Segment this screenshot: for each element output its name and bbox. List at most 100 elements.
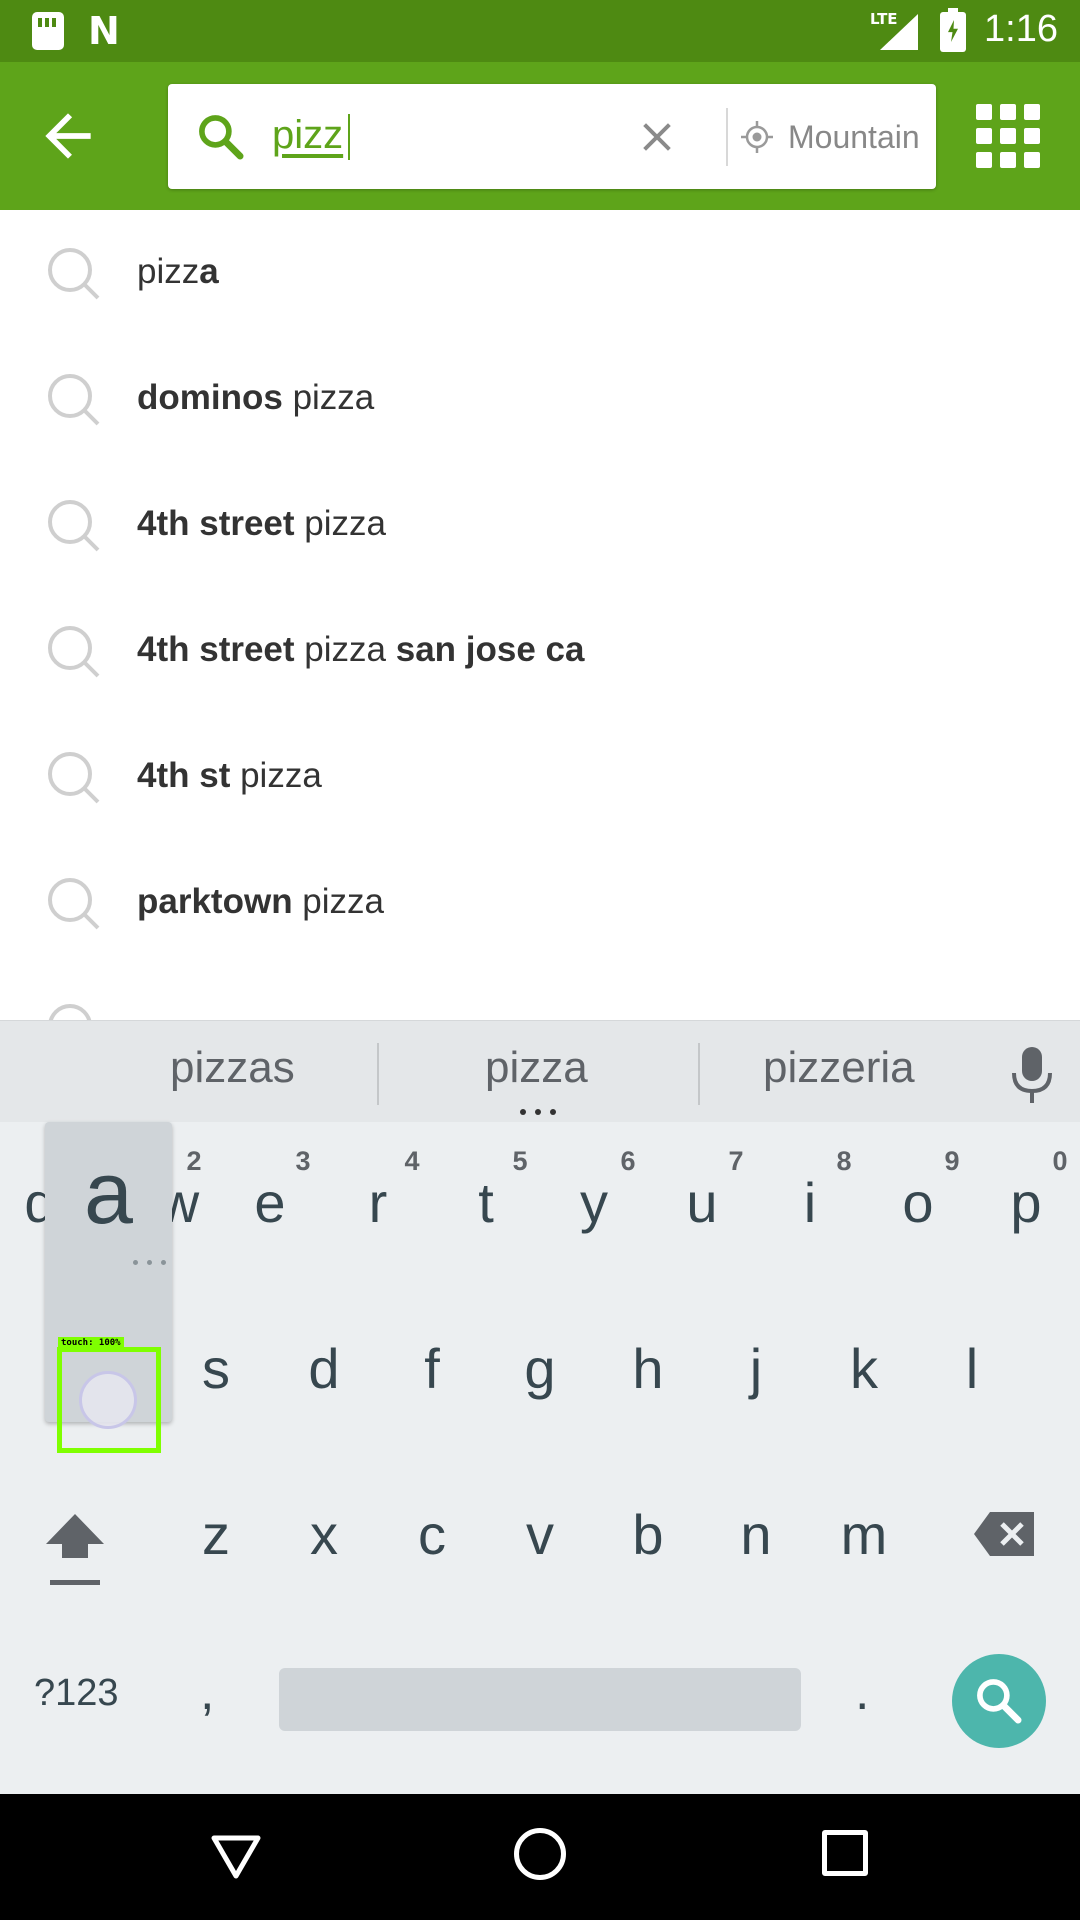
search-icon bbox=[977, 1679, 1022, 1724]
suggestion-item[interactable]: 4th street pizza san jose ca bbox=[0, 588, 1080, 714]
grid-dot bbox=[976, 104, 992, 120]
key-m[interactable]: m bbox=[814, 1502, 914, 1567]
key-y[interactable]: y bbox=[544, 1170, 644, 1235]
suggestion-bold-prefix: parktown bbox=[137, 882, 303, 921]
grid-dot bbox=[1024, 104, 1040, 120]
word-suggestion[interactable]: pizzeria bbox=[763, 1043, 915, 1093]
back-button[interactable] bbox=[34, 102, 102, 170]
key-s[interactable]: s bbox=[166, 1336, 266, 1401]
key-g[interactable]: g bbox=[490, 1336, 590, 1401]
nav-back-icon[interactable] bbox=[210, 1830, 262, 1882]
suggestion-bold-prefix: 4th street bbox=[137, 630, 305, 669]
search-icon bbox=[48, 500, 100, 552]
suggestion-bold-prefix: dominos bbox=[137, 378, 293, 417]
suggestion-text: 4th street pizza bbox=[137, 498, 386, 550]
grid-dot bbox=[1000, 128, 1016, 144]
search-icon bbox=[48, 752, 100, 804]
key-p[interactable]: p bbox=[976, 1170, 1076, 1235]
suggestion-bold-suffix: san jose ca bbox=[386, 630, 585, 669]
touch-point bbox=[79, 1371, 137, 1429]
suggestion-match: pizza bbox=[240, 756, 322, 795]
android-n-icon: N bbox=[88, 9, 120, 53]
search-icon bbox=[48, 626, 100, 678]
search-divider bbox=[726, 108, 728, 166]
search-box[interactable]: pizz Mountain bbox=[168, 84, 936, 189]
key-v[interactable]: v bbox=[490, 1502, 590, 1567]
key-h[interactable]: h bbox=[598, 1336, 698, 1401]
sd-card-icon bbox=[32, 12, 64, 50]
battery-charging-icon bbox=[940, 8, 966, 52]
popup-letter: a bbox=[84, 1143, 133, 1242]
search-icon bbox=[48, 374, 100, 426]
key-o[interactable]: o bbox=[868, 1170, 968, 1235]
clear-icon[interactable] bbox=[630, 110, 684, 164]
status-time: 1:16 bbox=[984, 8, 1058, 50]
grid-dot bbox=[976, 152, 992, 168]
search-icon bbox=[48, 878, 100, 930]
suggestion-text: parktown pizza bbox=[137, 876, 384, 928]
grid-dot bbox=[1024, 128, 1040, 144]
navigation-bar bbox=[0, 1794, 1080, 1920]
suggestion-match: pizza bbox=[302, 882, 385, 921]
key-e[interactable]: e bbox=[220, 1170, 320, 1235]
grid-dot bbox=[976, 128, 992, 144]
suggestion-text: dominos pizza bbox=[137, 372, 374, 424]
status-bar: N LTE 1:16 bbox=[0, 0, 1080, 62]
suggestion-text: 4th st pizza bbox=[137, 750, 322, 802]
categories-grid-button[interactable] bbox=[976, 104, 1040, 168]
comma-key[interactable]: , bbox=[200, 1662, 214, 1722]
key-k[interactable]: k bbox=[814, 1336, 914, 1401]
word-suggestion[interactable]: pizzas bbox=[170, 1043, 295, 1093]
suggestion-item-partial[interactable] bbox=[0, 966, 1080, 1020]
app-bar: pizz Mountain bbox=[0, 62, 1080, 210]
key-x[interactable]: x bbox=[274, 1502, 374, 1567]
suggestion-bold-suffix: a bbox=[199, 252, 219, 291]
key-f[interactable]: f bbox=[382, 1336, 482, 1401]
suggestion-bold-prefix: 4th street bbox=[137, 504, 305, 543]
key-j[interactable]: j bbox=[706, 1336, 806, 1401]
grid-dot bbox=[1000, 104, 1016, 120]
period-key[interactable]: . bbox=[855, 1662, 869, 1722]
suggestion-match: pizza bbox=[292, 378, 375, 417]
nav-home-icon[interactable] bbox=[514, 1828, 566, 1880]
keyboard-search-key[interactable] bbox=[952, 1654, 1046, 1748]
suggestion-item[interactable]: dominos pizza bbox=[0, 336, 1080, 462]
text-cursor bbox=[348, 114, 350, 160]
backspace-key[interactable] bbox=[972, 1510, 1036, 1558]
key-d[interactable]: d bbox=[274, 1336, 374, 1401]
key-n[interactable]: n bbox=[706, 1502, 806, 1567]
suggestion-item[interactable]: pizza bbox=[0, 210, 1080, 336]
suggestion-match: pizza bbox=[304, 504, 386, 543]
space-key[interactable] bbox=[279, 1668, 801, 1731]
search-input[interactable]: pizz bbox=[272, 108, 343, 162]
key-l[interactable]: l bbox=[922, 1336, 1022, 1401]
suggestion-item[interactable]: 4th street pizza bbox=[0, 462, 1080, 588]
suggestion-item[interactable]: 4th st pizza bbox=[0, 714, 1080, 840]
key-r[interactable]: r bbox=[328, 1170, 428, 1235]
microphone-icon[interactable] bbox=[1010, 1047, 1054, 1103]
key-z[interactable]: z bbox=[166, 1502, 266, 1567]
grid-dot bbox=[1024, 152, 1040, 168]
key-b[interactable]: b bbox=[598, 1502, 698, 1567]
suggestion-match: pizz bbox=[137, 252, 200, 291]
suggestion-list: pizza dominos pizza 4th street pizza 4th… bbox=[0, 210, 1080, 1020]
arrow-back-icon bbox=[45, 113, 91, 159]
location-target-icon bbox=[741, 121, 773, 153]
key-i[interactable]: i bbox=[760, 1170, 860, 1235]
word-suggestion[interactable]: pizza bbox=[485, 1043, 588, 1093]
signal-icon bbox=[880, 14, 918, 50]
search-icon bbox=[48, 248, 100, 300]
location-field[interactable]: Mountain bbox=[788, 110, 926, 164]
popup-more-dots bbox=[133, 1260, 167, 1265]
key-u[interactable]: u bbox=[652, 1170, 752, 1235]
suggestion-text: 4th street pizza san jose ca bbox=[137, 624, 584, 676]
keyboard-suggestion-strip: pizzas pizza pizzeria bbox=[0, 1020, 1080, 1122]
shift-key[interactable] bbox=[42, 1510, 108, 1588]
key-c[interactable]: c bbox=[382, 1502, 482, 1567]
symbols-key[interactable]: ?123 bbox=[34, 1672, 119, 1715]
search-icon bbox=[48, 1004, 92, 1020]
key-t[interactable]: t bbox=[436, 1170, 536, 1235]
suggestion-separator bbox=[377, 1043, 379, 1105]
nav-recents-icon[interactable] bbox=[822, 1830, 868, 1876]
suggestion-item[interactable]: parktown pizza bbox=[0, 840, 1080, 966]
